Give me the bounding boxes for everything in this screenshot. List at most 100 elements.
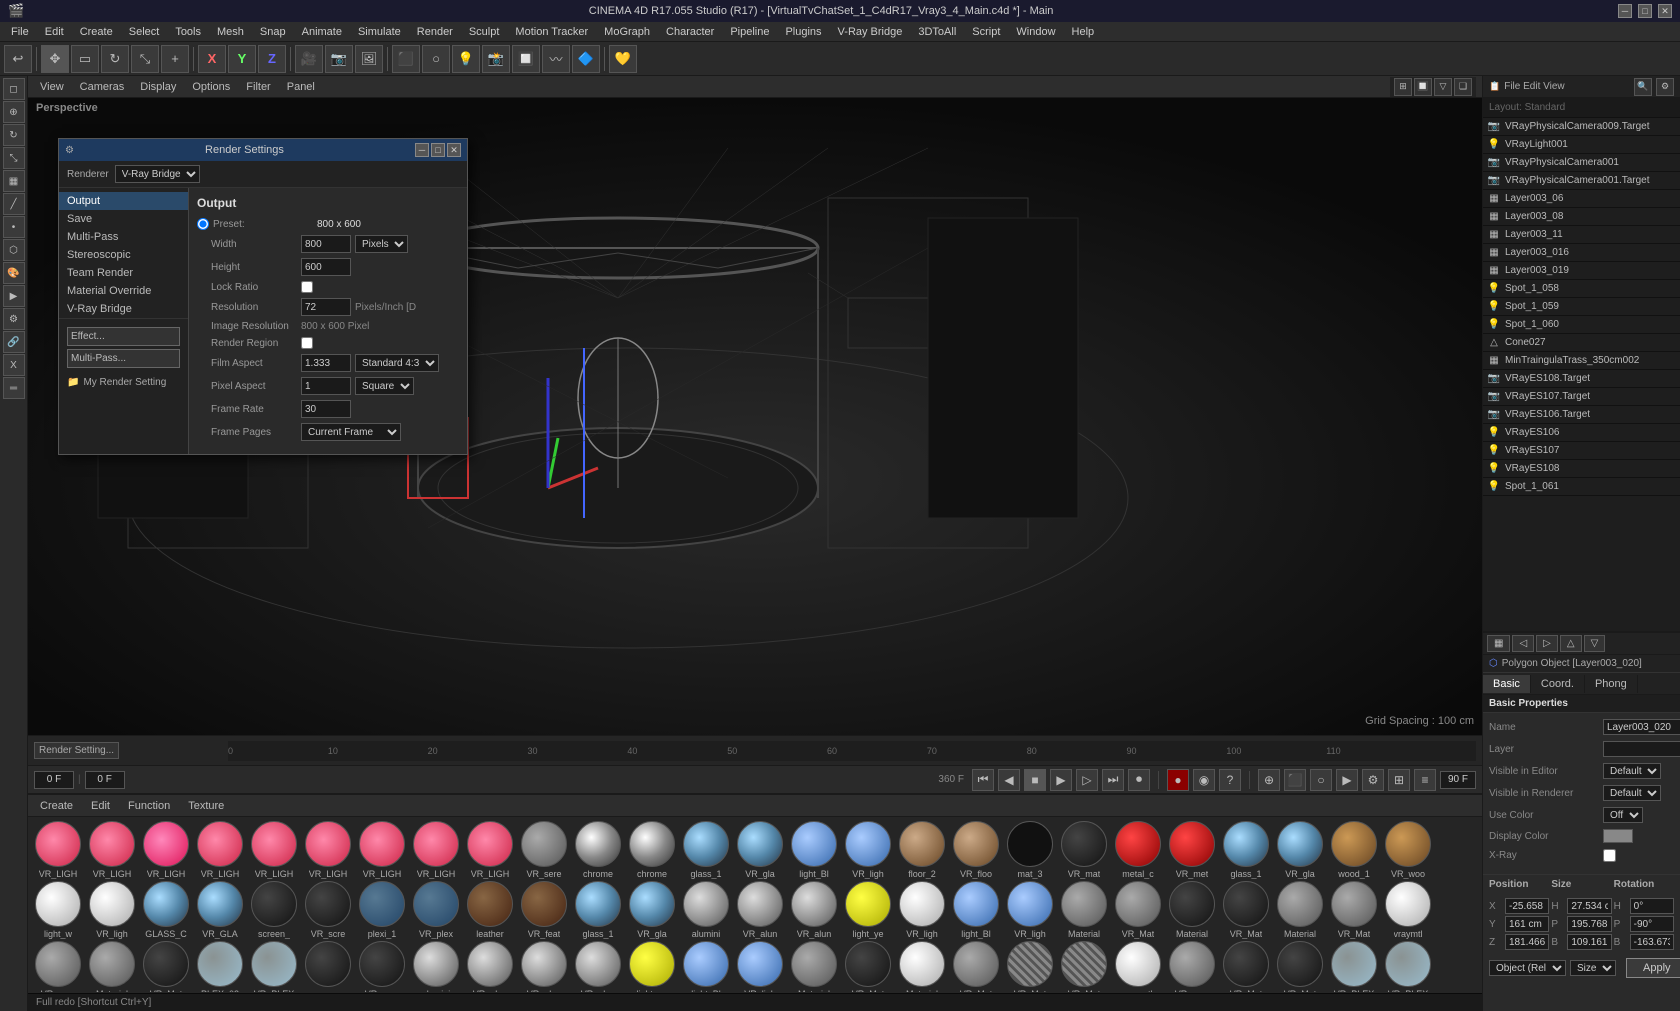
menu-character[interactable]: Character (659, 24, 721, 40)
material-item[interactable]: VR_alun (572, 941, 624, 992)
material-item[interactable]: VR_Mat (1328, 881, 1380, 939)
material-item[interactable]: VR_gla (1274, 821, 1326, 879)
material-item[interactable]: light_Bl (950, 881, 1002, 939)
material-item[interactable]: Material (86, 941, 138, 992)
tool-poly[interactable]: 🔲 (512, 45, 540, 73)
rs-preset-radio[interactable] (197, 218, 209, 230)
material-item[interactable]: alumini (410, 941, 462, 992)
menu-file[interactable]: File (4, 24, 36, 40)
menu-vray[interactable]: V-Ray Bridge (831, 24, 910, 40)
minimize-button[interactable]: ─ (1618, 4, 1632, 18)
transform-type-select[interactable]: Size (1570, 960, 1616, 976)
object-list-item[interactable]: 💡 Spot_1_058 (1483, 280, 1680, 298)
viewport-tab-panel[interactable]: Panel (281, 79, 321, 95)
mode-btn-right[interactable]: ▷ (1536, 635, 1558, 652)
object-list-item[interactable]: 💡 VRayES108 (1483, 460, 1680, 478)
tool-undo[interactable]: ↩ (4, 45, 32, 73)
transport-stop[interactable]: ■ (1024, 769, 1046, 791)
prop-xray-checkbox[interactable] (1603, 849, 1616, 862)
tool-y[interactable]: Y (228, 45, 256, 73)
material-item[interactable]: VR_Mat (140, 941, 192, 992)
object-list-item[interactable]: 💡 VRayES107 (1483, 442, 1680, 460)
transport-play-fwd2[interactable]: ▷ (1076, 769, 1098, 791)
material-item[interactable]: floor_2 (896, 821, 948, 879)
material-item[interactable]: VR_LIGH (140, 821, 192, 879)
material-item[interactable]: VR_ligh (842, 821, 894, 879)
material-item[interactable]: VR_plex (410, 881, 462, 939)
viewport[interactable]: screen Perspective Grid Spacing : 10 (28, 98, 1482, 735)
material-item[interactable]: VR_scre (356, 941, 408, 992)
rs-minimize[interactable]: ─ (415, 143, 429, 157)
rs-frame-pages-select[interactable]: Current Frame (301, 423, 401, 441)
rm-btn-3[interactable]: ▽ (1434, 78, 1452, 96)
rs-frame-rate-input[interactable] (301, 400, 351, 418)
object-list-item[interactable]: 💡 Spot_1_060 (1483, 316, 1680, 334)
rs-lock-ratio-checkbox[interactable] (301, 281, 313, 293)
material-item[interactable]: light_ye (842, 881, 894, 939)
viewport-tab-cameras[interactable]: Cameras (74, 79, 131, 95)
object-list-item[interactable]: ▦ Layer003_016 (1483, 244, 1680, 262)
rot-b-input[interactable] (1630, 934, 1674, 950)
rs-maximize[interactable]: □ (431, 143, 445, 157)
mat-create[interactable]: Create (34, 798, 79, 814)
lt-select[interactable]: ◻ (3, 78, 25, 100)
object-list-item[interactable]: ▦ Layer003_06 (1483, 190, 1680, 208)
size-x-input[interactable] (1567, 898, 1611, 914)
prop-name-input[interactable] (1603, 719, 1680, 735)
rs-item-save[interactable]: Save (59, 210, 188, 228)
menu-simulate[interactable]: Simulate (351, 24, 408, 40)
rs-item-vray-bridge[interactable]: V-Ray Bridge (59, 300, 188, 318)
object-list-item[interactable]: ▦ Layer003_08 (1483, 208, 1680, 226)
render-settings-btn[interactable]: Render Setting... (34, 742, 119, 759)
tool-lights[interactable]: 💡 (452, 45, 480, 73)
material-item[interactable]: light_ye (626, 941, 678, 992)
rs-resolution-input[interactable] (301, 298, 351, 316)
tab-coord[interactable]: Coord. (1531, 675, 1585, 693)
material-item[interactable]: VR_Mat (1112, 881, 1164, 939)
menu-3dtoall[interactable]: 3DToAll (911, 24, 963, 40)
menu-script[interactable]: Script (965, 24, 1007, 40)
material-item[interactable]: VR_LIGH (410, 821, 462, 879)
apply-button[interactable]: Apply (1626, 958, 1680, 978)
lt-point[interactable]: • (3, 216, 25, 238)
transport-play-back[interactable]: ◀ (998, 769, 1020, 791)
material-item[interactable]: mat_3 (1004, 821, 1056, 879)
rm-btn-2[interactable]: 🔲 (1414, 78, 1432, 96)
material-item[interactable]: VR_alun (734, 881, 786, 939)
material-item[interactable]: wood_1 (1328, 821, 1380, 879)
lt-edge[interactable]: ╱ (3, 193, 25, 215)
rs-height-input[interactable] (301, 258, 351, 276)
menu-tools[interactable]: Tools (168, 24, 208, 40)
material-item[interactable]: VR_GLA (194, 881, 246, 939)
material-item[interactable]: VR_Mat (1274, 941, 1326, 992)
material-item[interactable]: glass_1 (572, 881, 624, 939)
lt-texture[interactable]: 🎨 (3, 262, 25, 284)
frame-offset-input[interactable] (85, 771, 125, 789)
viewport-tab-display[interactable]: Display (134, 79, 182, 95)
tool-camera[interactable]: 📸 (482, 45, 510, 73)
material-item[interactable]: VR_Mat (1004, 941, 1056, 992)
prop-vis-editor-select[interactable]: Default (1603, 763, 1661, 779)
tool-null[interactable]: ○ (422, 45, 450, 73)
material-item[interactable]: VR_ligh (1004, 881, 1056, 939)
object-list-item[interactable]: ▦ Layer003_019 (1483, 262, 1680, 280)
material-item[interactable]: VR_vray (1166, 941, 1218, 992)
mode-btn-up[interactable]: △ (1560, 635, 1582, 652)
rs-pixel-aspect-input[interactable] (301, 377, 351, 395)
tool-spline[interactable]: 〰 (542, 45, 570, 73)
lt-poly[interactable]: ▦ (3, 170, 25, 192)
lt-render[interactable]: ⚙ (3, 308, 25, 330)
material-item[interactable]: leather (464, 881, 516, 939)
transport-grid[interactable]: ⊞ (1388, 769, 1410, 791)
lt-move[interactable]: ⊕ (3, 101, 25, 123)
material-item[interactable]: VR_PLEX (1328, 941, 1380, 992)
menu-select[interactable]: Select (122, 24, 167, 40)
transport-record[interactable]: ⏺ (1128, 769, 1150, 791)
renderer-select[interactable]: V-Ray Bridge (115, 165, 200, 183)
tool-scale[interactable]: ⤡ (131, 45, 159, 73)
menu-create[interactable]: Create (73, 24, 120, 40)
viewport-tab-view[interactable]: View (34, 79, 70, 95)
material-item[interactable]: VR_floo (950, 821, 1002, 879)
material-item[interactable]: VR_scre (302, 881, 354, 939)
prop-use-color-select[interactable]: Off (1603, 807, 1643, 823)
